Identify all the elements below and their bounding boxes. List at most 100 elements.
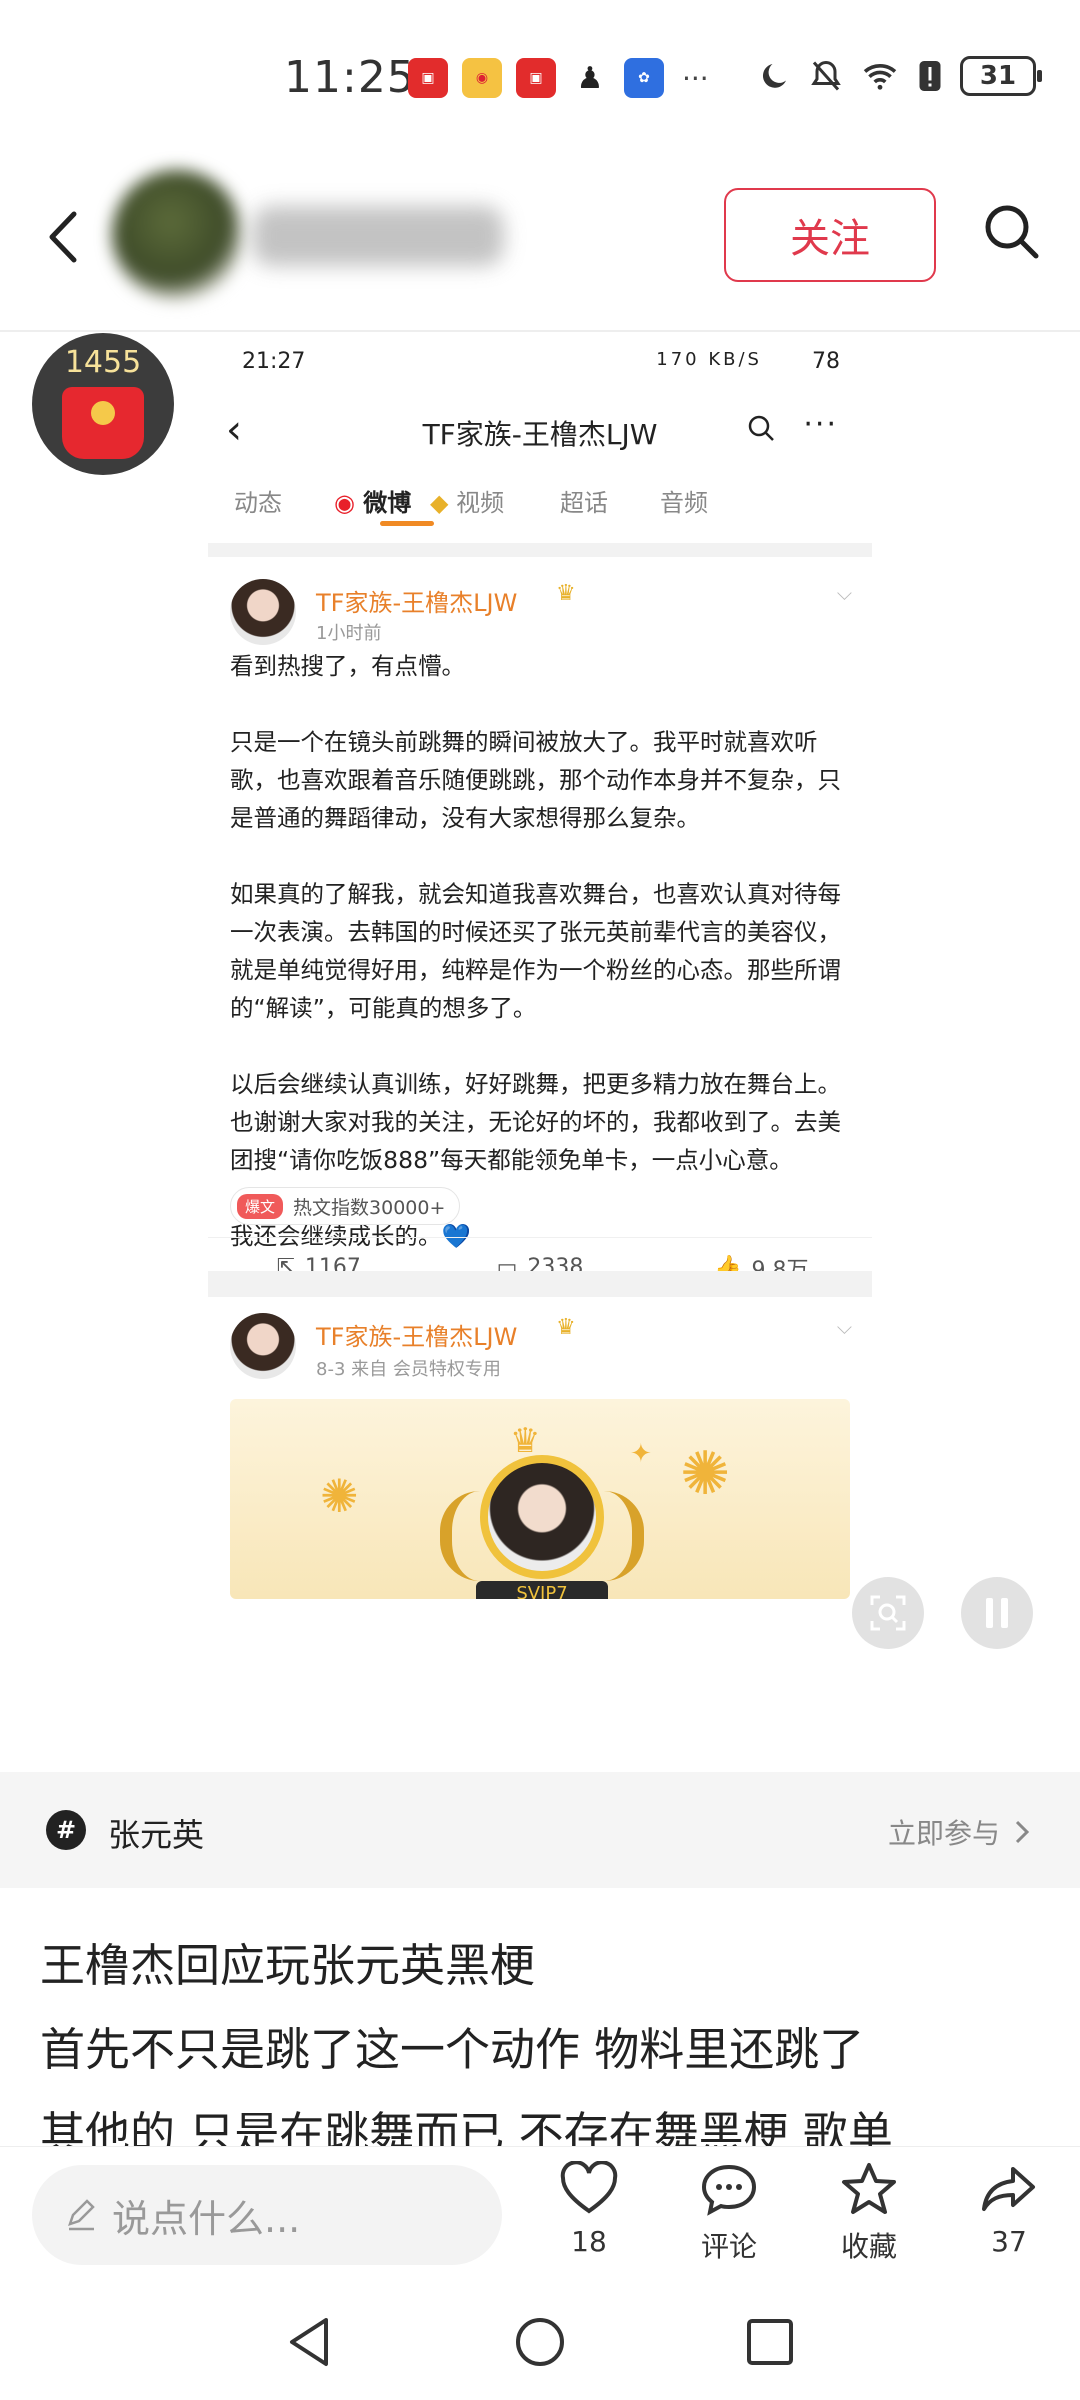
collect-label: 收藏 bbox=[840, 2230, 897, 2263]
scan-icon bbox=[870, 1595, 906, 1631]
pause-button[interactable] bbox=[961, 1577, 1033, 1649]
moon-icon bbox=[762, 64, 786, 88]
topic-name[interactable]: 张元英 bbox=[108, 1810, 204, 1856]
post-body: 看到热搜了，有点懵。 只是一个在镜头前跳舞的瞬间被放大了。我平时就喜欢听歌，也喜… bbox=[230, 647, 850, 1255]
note-title: 王橹杰回应玩张元英黑梗 bbox=[40, 1939, 536, 1992]
divider bbox=[208, 543, 872, 557]
chevron-right-icon bbox=[1015, 1820, 1030, 1844]
comment-label: 评论 bbox=[700, 2230, 757, 2263]
hot-tag: 爆文 bbox=[237, 1193, 284, 1219]
tab-chaohua: 超话 bbox=[560, 489, 608, 517]
post-author-name: TF家族-王橹杰LJW bbox=[316, 589, 518, 617]
share-count: 37 bbox=[991, 2225, 1027, 2258]
tab-video: ◆ 视频 bbox=[430, 483, 504, 518]
mute-bell-icon bbox=[811, 60, 841, 91]
weibo-icon: ◉ bbox=[462, 58, 502, 98]
screenshot-battery: 78 bbox=[812, 349, 840, 374]
author-name-blurred[interactable] bbox=[252, 206, 504, 266]
vip-crown-icon: ♛ bbox=[556, 1315, 576, 1340]
battery-level: 31 bbox=[979, 61, 1017, 91]
red-packet-widget[interactable]: 1455 bbox=[32, 333, 174, 475]
like-button[interactable]: 18 bbox=[534, 2160, 644, 2258]
chevron-down-icon: ⌵ bbox=[836, 1315, 852, 1339]
video-icon: ◆ bbox=[430, 489, 457, 517]
comment-button[interactable]: 评论 bbox=[674, 2161, 784, 2265]
weibo-logo-icon: ◉ bbox=[334, 489, 364, 517]
share-button[interactable]: 37 bbox=[954, 2161, 1064, 2258]
laurel-icon bbox=[604, 1491, 644, 1581]
post-paragraph: 看到热搜了，有点懵。 bbox=[230, 652, 465, 680]
collect-button[interactable]: 收藏 bbox=[814, 2161, 924, 2265]
hashtag-icon: # bbox=[46, 1810, 86, 1850]
hot-article-badge: 爆文 热文指数30000+ bbox=[230, 1187, 461, 1225]
hot-index: 热文指数30000+ bbox=[293, 1196, 446, 1219]
svip-avatar bbox=[480, 1455, 604, 1579]
follow-button[interactable]: 关注 bbox=[724, 188, 936, 282]
tab-video-label: 视频 bbox=[456, 489, 505, 517]
tab-dongtai: 动态 bbox=[234, 489, 282, 517]
search-icon[interactable] bbox=[976, 196, 1048, 268]
post-time: 1小时前 bbox=[316, 623, 382, 644]
nav-back-icon[interactable] bbox=[282, 2314, 338, 2370]
image-search-button[interactable] bbox=[852, 1577, 924, 1649]
divider bbox=[208, 1271, 872, 1297]
pause-icon bbox=[986, 1598, 1008, 1628]
baidu-icon: ✿ bbox=[624, 58, 664, 98]
chevron-down-icon: ⌵ bbox=[836, 581, 852, 605]
system-navigation-bar bbox=[0, 2286, 1080, 2400]
weibo-post: TF家族-王橹杰LJW ♛ 8-3 来自 会员特权专用 ⌵ ✺ ✺ ✦ ♛ SV… bbox=[208, 1297, 872, 1773]
bottom-action-bar: 说点什么... 18 评论 收藏 37 bbox=[0, 2146, 1080, 2286]
share-arrow-icon bbox=[982, 2167, 1035, 2211]
screenshot-status-bar: 21:27 170 KB/S 78 bbox=[208, 333, 872, 391]
wifi-icon bbox=[863, 64, 897, 90]
post-author-avatar bbox=[230, 579, 296, 645]
note-content: 王橹杰回应玩张元英黑梗 首先不只是跳了这一个动作 物料里还跳了 其他的 只是在跳… bbox=[40, 1924, 1050, 2176]
active-tab-indicator bbox=[380, 521, 434, 526]
tab-audio: 音频 bbox=[660, 489, 708, 517]
notification-icons: ▣ ◉ ▣ ♟ ✿ ··· bbox=[408, 58, 709, 98]
post-author-avatar bbox=[230, 1313, 296, 1379]
firework-icon: ✺ bbox=[320, 1469, 359, 1523]
pencil-icon bbox=[68, 2199, 95, 2231]
like-count: 18 bbox=[571, 2225, 607, 2258]
note-image[interactable]: 1455 21:27 170 KB/S 78 ‹ TF家族-王橹杰LJW ···… bbox=[0, 333, 1080, 1773]
toutiao-red-icon: ▣ bbox=[516, 58, 556, 98]
laurel-icon bbox=[440, 1491, 480, 1581]
screenshot-navbar: ‹ TF家族-王橹杰LJW ··· bbox=[208, 391, 872, 469]
toutiao-red-icon: ▣ bbox=[408, 58, 448, 98]
firework-icon: ✺ bbox=[680, 1439, 731, 1509]
qq-penguin-icon: ♟ bbox=[576, 60, 604, 96]
more-notifications-icon: ··· bbox=[682, 61, 709, 95]
nav-recents-icon[interactable] bbox=[742, 2314, 798, 2370]
screenshot-signal: 170 KB/S bbox=[656, 349, 762, 370]
screenshot-time: 21:27 bbox=[242, 349, 306, 374]
status-bar: 11:25 ▣ ◉ ▣ ♟ ✿ ··· 31 bbox=[0, 0, 1080, 150]
heart-icon bbox=[560, 2160, 618, 2214]
system-indicators: 31 bbox=[756, 56, 1042, 96]
post-time: 8-3 来自 会员特权专用 bbox=[316, 1359, 501, 1380]
post-paragraph: 以后会继续认真训练，好好跳舞，把更多精力放在舞台上。也谢谢大家对我的关注，无论好… bbox=[230, 1070, 841, 1174]
screenshot-more-icon: ··· bbox=[803, 407, 838, 442]
author-avatar[interactable] bbox=[112, 170, 242, 300]
note-line: 首先不只是跳了这一个动作 物料里还跳了 bbox=[40, 2023, 865, 2076]
join-topic-link[interactable]: 立即参与 bbox=[888, 1812, 1030, 1852]
status-time: 11:25 bbox=[284, 52, 416, 103]
post-author-name: TF家族-王橹杰LJW bbox=[316, 1323, 518, 1351]
post-paragraph: 如果真的了解我，就会知道我喜欢舞台，也喜欢认真对待每一次表演。去韩国的时候还买了… bbox=[230, 880, 841, 1022]
screenshot-search-icon bbox=[748, 415, 774, 441]
join-topic-label: 立即参与 bbox=[887, 1817, 1000, 1850]
alert-icon bbox=[919, 61, 941, 91]
svip-label: SVIP7 bbox=[476, 1581, 608, 1599]
star-icon bbox=[842, 2163, 896, 2214]
comment-input[interactable]: 说点什么... bbox=[32, 2165, 502, 2265]
note-header: 关注 bbox=[0, 150, 1080, 332]
battery-indicator: 31 bbox=[960, 56, 1042, 96]
svip-banner: ✺ ✺ ✦ ♛ SVIP7 bbox=[230, 1399, 850, 1599]
back-icon[interactable] bbox=[40, 202, 90, 272]
nav-home-icon[interactable] bbox=[512, 2314, 568, 2370]
tab-weibo: ◉ 微博 bbox=[334, 483, 411, 518]
weibo-post: TF家族-王橹杰LJW ♛ 1小时前 ⌵ 看到热搜了，有点懵。 只是一个在镜头前… bbox=[208, 557, 872, 1283]
tab-weibo-label: 微博 bbox=[363, 489, 412, 517]
comment-placeholder: 说点什么... bbox=[112, 2196, 301, 2241]
topic-bar[interactable]: # 张元英 立即参与 bbox=[0, 1772, 1080, 1888]
